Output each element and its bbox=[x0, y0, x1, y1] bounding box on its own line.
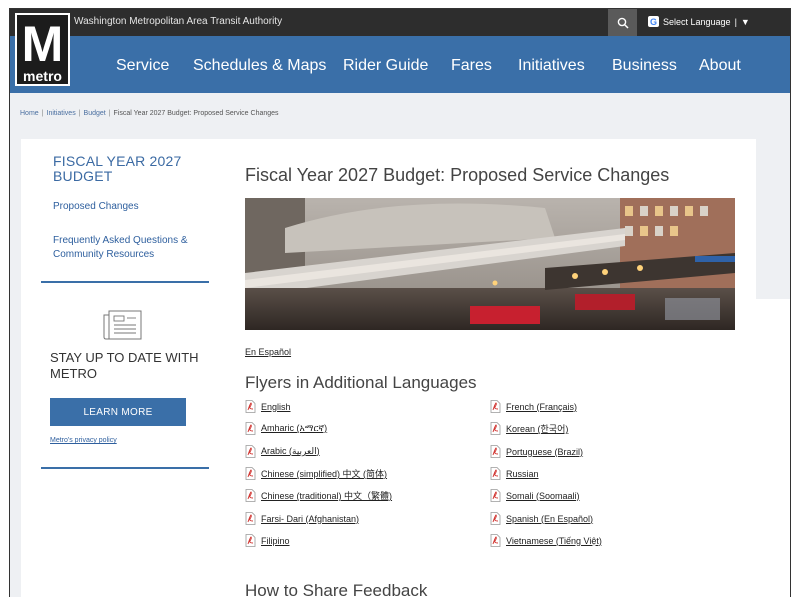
privacy-policy-link[interactable]: Metro's privacy policy bbox=[50, 437, 117, 444]
flyer-link-russian[interactable]: Russian bbox=[490, 467, 539, 480]
main-nav: Service Schedules & Maps Rider Guide Far… bbox=[10, 36, 790, 93]
pdf-icon bbox=[490, 512, 501, 525]
top-bar: Washington Metropolitan Area Transit Aut… bbox=[10, 9, 790, 36]
logo-word: metro bbox=[23, 68, 62, 84]
breadcrumb-initiatives[interactable]: Initiatives bbox=[47, 110, 76, 117]
page-title: Fiscal Year 2027 Budget: Proposed Servic… bbox=[245, 165, 670, 185]
pdf-icon bbox=[490, 400, 501, 413]
flyer-link-chinese-simplified[interactable]: Chinese (simplified) 中文 (简体) bbox=[245, 467, 387, 480]
stay-up-to-date-heading: STAY UP TO DATE WITH METRO bbox=[50, 350, 199, 381]
pdf-icon bbox=[245, 534, 256, 547]
newsletter-icon bbox=[103, 310, 142, 340]
learn-more-button[interactable]: LEARN MORE bbox=[50, 398, 186, 426]
caret-down-icon: ▼ bbox=[740, 16, 750, 27]
nav-item-service[interactable]: Service bbox=[116, 57, 169, 75]
flyer-link-english[interactable]: English bbox=[245, 400, 291, 413]
breadcrumb: Home | Initiatives | Budget | Fiscal Year 2027… bbox=[20, 110, 279, 117]
flyer-link-somali[interactable]: Somali (Soomaali) bbox=[490, 489, 580, 502]
sidebar-link-proposed-changes[interactable]: Proposed Changes bbox=[53, 200, 139, 214]
pdf-icon bbox=[490, 467, 501, 480]
flyer-link-korean[interactable]: Korean (한국어) bbox=[490, 422, 568, 435]
browser-frame: Washington Metropolitan Area Transit Aut… bbox=[9, 8, 791, 597]
flyer-link-farsi-dari[interactable]: Farsi- Dari (Afghanistan) bbox=[245, 512, 359, 525]
pdf-icon bbox=[245, 467, 256, 480]
flyers-heading: Flyers in Additional Languages bbox=[245, 373, 477, 392]
language-selector[interactable]: G Select Language | ▼ bbox=[648, 16, 750, 27]
search-button[interactable] bbox=[608, 9, 637, 36]
breadcrumb-home[interactable]: Home bbox=[20, 110, 39, 117]
en-espanol-link[interactable]: En Español bbox=[245, 347, 291, 357]
nav-item-business[interactable]: Business bbox=[612, 57, 677, 75]
share-feedback-heading: How to Share Feedback bbox=[245, 581, 428, 597]
nav-item-fares[interactable]: Fares bbox=[451, 57, 492, 75]
pdf-icon bbox=[245, 400, 256, 413]
search-icon bbox=[617, 17, 629, 29]
nav-item-about[interactable]: About bbox=[699, 57, 741, 75]
language-separator: | bbox=[734, 16, 737, 27]
pdf-icon bbox=[245, 422, 256, 435]
flyer-link-french[interactable]: French (Français) bbox=[490, 400, 577, 413]
flyer-link-chinese-traditional[interactable]: Chinese (traditional) 中文（繁體) bbox=[245, 489, 392, 502]
pdf-icon bbox=[490, 445, 501, 458]
sidebar-link-faq[interactable]: Frequently Asked Questions & Community R… bbox=[53, 234, 203, 262]
flyer-link-spanish[interactable]: Spanish (En Español) bbox=[490, 512, 593, 525]
language-label: Select Language bbox=[663, 16, 731, 27]
nav-item-initiatives[interactable]: Initiatives bbox=[518, 57, 585, 75]
content-panel bbox=[21, 299, 790, 597]
pdf-icon bbox=[245, 512, 256, 525]
pdf-icon bbox=[490, 422, 501, 435]
metro-logo[interactable]: M metro bbox=[15, 13, 70, 86]
flyer-link-vietnamese[interactable]: Vietnamese (Tiếng Việt) bbox=[490, 534, 602, 547]
nav-item-rider-guide[interactable]: Rider Guide bbox=[343, 57, 428, 75]
pdf-icon bbox=[490, 534, 501, 547]
breadcrumb-budget[interactable]: Budget bbox=[84, 110, 106, 117]
flyer-link-portuguese[interactable]: Portuguese (Brazil) bbox=[490, 445, 583, 458]
pdf-icon bbox=[245, 489, 256, 502]
agency-name: Washington Metropolitan Area Transit Aut… bbox=[74, 16, 283, 27]
sidebar-divider-bottom bbox=[41, 467, 209, 469]
sidebar-divider bbox=[41, 281, 209, 283]
nav-item-schedules-maps[interactable]: Schedules & Maps bbox=[193, 57, 326, 75]
flyer-link-filipino[interactable]: Filipino bbox=[245, 534, 290, 547]
pdf-icon bbox=[490, 489, 501, 502]
pdf-icon bbox=[245, 445, 256, 458]
google-translate-icon: G bbox=[648, 16, 659, 27]
logo-letter: M bbox=[21, 16, 64, 72]
flyer-link-arabic[interactable]: Arabic (العربية) bbox=[245, 445, 320, 458]
main-nav-bar: Service Schedules & Maps Rider Guide Far… bbox=[10, 36, 790, 93]
hero-image-rail-station bbox=[245, 198, 735, 330]
breadcrumb-current: Fiscal Year 2027 Budget: Proposed Servic… bbox=[113, 110, 279, 117]
sidebar-title[interactable]: FISCAL YEAR 2027 BUDGET bbox=[53, 154, 213, 184]
flyer-link-amharic[interactable]: Amharic (አማርኛ) bbox=[245, 422, 327, 435]
